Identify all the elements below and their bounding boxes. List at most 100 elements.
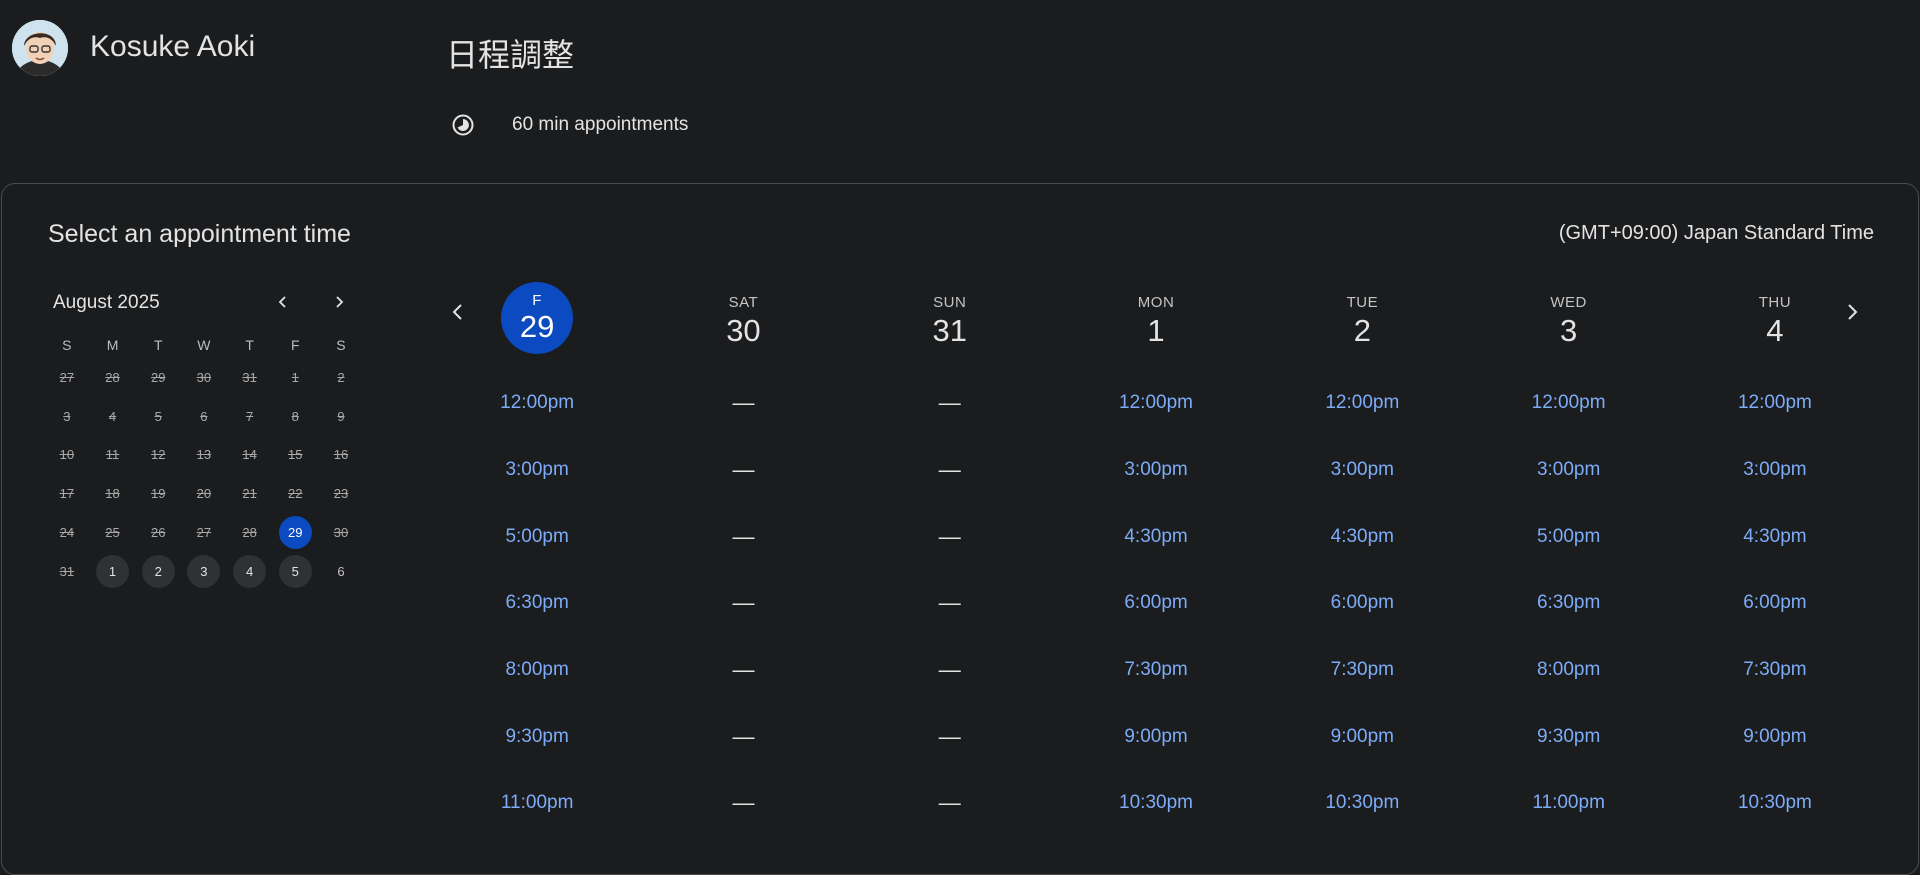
time-slot-button[interactable]: 6:30pm (1509, 570, 1629, 637)
calendar-day-cell: 10 (44, 438, 90, 471)
calendar-day[interactable]: 3 (187, 554, 221, 588)
calendar-day: 29 (150, 369, 166, 385)
calendar-day: 9 (337, 408, 345, 424)
day-header-selected: F 29 (501, 282, 574, 354)
calendar-day: 6 (337, 563, 345, 579)
calendar-day: 4 (108, 408, 117, 424)
day-number: 2 (1353, 312, 1371, 348)
day-number: 1 (1147, 312, 1165, 348)
time-slot-button[interactable]: 6:00pm (1715, 570, 1835, 637)
time-slot-button[interactable]: 7:30pm (1096, 637, 1216, 704)
time-slot-button[interactable]: 12:00pm (1302, 370, 1422, 437)
time-slot-list: 12:00pm 3:00pm 4:30pm 6:00pm 7:30pm 9:00pm 10:… (1096, 370, 1216, 837)
calendar-day: 24 (59, 525, 75, 541)
no-availability-dash: — (938, 590, 961, 616)
calendar-day-cell: 31 (227, 361, 273, 394)
calendar-day-cell: 1 (90, 554, 136, 588)
calendar-day-cell: 3 (181, 554, 227, 588)
mini-calendar-header: August 2025 (44, 284, 364, 320)
host-name: Kosuke Aoki (90, 30, 256, 63)
calendar-day[interactable]: 4 (233, 554, 267, 588)
calendar-day: 30 (333, 525, 349, 541)
time-slot-button[interactable]: 3:00pm (1302, 437, 1422, 504)
time-slot-button[interactable]: 10:30pm (1302, 770, 1422, 837)
time-slot-button[interactable]: 5:00pm (1509, 503, 1629, 570)
time-slot-button[interactable]: 9:00pm (1715, 703, 1835, 770)
calendar-day-cell: 4 (227, 554, 273, 588)
time-slot-button[interactable]: 5:00pm (477, 503, 597, 570)
time-slot-button[interactable]: 3:00pm (1096, 437, 1216, 504)
calendar-day-cell: 23 (318, 477, 364, 510)
no-availability-dash: — (938, 790, 961, 816)
time-slot-button[interactable]: 6:00pm (1096, 570, 1216, 637)
time-slot-button[interactable]: 7:30pm (1715, 637, 1835, 704)
calendar-day[interactable]: 2 (141, 554, 175, 588)
day-abbreviation: WED (1550, 293, 1587, 311)
time-slot-button[interactable]: 11:00pm (1509, 770, 1629, 837)
calendar-day-cell: 28 (227, 516, 273, 549)
time-slot-button[interactable]: 4:30pm (1715, 503, 1835, 570)
chevron-right-icon (336, 296, 344, 308)
calendar-day-cell: 31 (44, 555, 90, 588)
time-slot-button[interactable]: 6:00pm (1302, 570, 1422, 637)
calendar-day-cell: 5 (135, 400, 181, 433)
day-number: 30 (726, 312, 761, 348)
calendar-day[interactable]: 1 (96, 554, 130, 588)
time-slot-button[interactable]: 10:30pm (1715, 770, 1835, 837)
time-slot-button[interactable]: 4:30pm (1302, 503, 1422, 570)
time-slot-button[interactable]: 12:00pm (1509, 370, 1629, 437)
calendar-day: 6 (200, 408, 208, 424)
day-number: 3 (1560, 312, 1578, 348)
calendar-day-cell: 11 (90, 438, 136, 471)
weekday-label: S (62, 337, 72, 353)
time-slot-button[interactable]: 12:00pm (1715, 370, 1835, 437)
calendar-day-cell: 30 (181, 361, 227, 394)
calendar-day: 30 (196, 369, 212, 385)
time-slot-list: 12:00pm 3:00pm 4:30pm 6:00pm 7:30pm 9:00pm 10:… (1715, 370, 1835, 837)
calendar-day-cell: 29 (272, 516, 318, 550)
time-slot-button[interactable]: 7:30pm (1302, 637, 1422, 704)
time-slot-button[interactable]: 3:00pm (1509, 437, 1629, 504)
calendar-day-selected[interactable]: 29 (278, 516, 312, 550)
time-slot-button[interactable]: 10:30pm (1096, 770, 1216, 837)
calendar-day-cell: 19 (135, 477, 181, 510)
calendar-week-row: 31 1 2 3 4 5 6 (44, 552, 364, 591)
calendar-day-cell: 21 (227, 477, 273, 510)
time-slot-button[interactable]: 8:00pm (477, 637, 597, 704)
timezone-label[interactable]: (GMT+09:00) Japan Standard Time (1559, 222, 1874, 245)
time-slot-button[interactable]: 3:00pm (1715, 437, 1835, 504)
time-slot-button[interactable]: 9:00pm (1096, 703, 1216, 770)
no-availability-dash: — (938, 723, 961, 749)
no-availability-dash: — (732, 523, 755, 549)
calendar-week-row: 3 4 5 6 7 8 9 (44, 397, 364, 436)
calendar-day: 21 (242, 486, 257, 502)
calendar-day: 8 (291, 408, 299, 424)
time-slot-button[interactable]: 11:00pm (477, 770, 597, 837)
calendar-day: 31 (242, 369, 257, 385)
time-slot-button[interactable]: 12:00pm (477, 370, 597, 437)
next-month-button[interactable] (323, 286, 355, 318)
day-column: WED 3 12:00pm 3:00pm 5:00pm 6:30pm 8:00pm 9:30p… (1465, 288, 1671, 837)
time-slot-button[interactable]: 9:00pm (1302, 703, 1422, 770)
calendar-day-cell: 4 (90, 400, 136, 433)
calendar-day[interactable]: 5 (278, 554, 312, 588)
day-abbreviation: TUE (1346, 293, 1379, 311)
calendar-day: 27 (196, 525, 212, 541)
calendar-day-cell: 2 (318, 361, 364, 394)
time-slot-button[interactable]: 12:00pm (1096, 370, 1216, 437)
weekday-label: T (153, 337, 163, 353)
calendar-day-cell: 3 (44, 400, 90, 433)
time-slot-button[interactable]: 6:30pm (477, 570, 597, 637)
time-slot-button[interactable]: 9:30pm (1509, 703, 1629, 770)
time-slot-button[interactable]: 9:30pm (477, 703, 597, 770)
no-availability-dash: — (938, 657, 961, 683)
time-slot-button[interactable]: 8:00pm (1509, 637, 1629, 704)
day-column: THU 4 12:00pm 3:00pm 4:30pm 6:00pm 7:30pm 9:00p… (1672, 288, 1878, 837)
calendar-day-cell: 27 (44, 361, 90, 394)
time-slot-button[interactable]: 3:00pm (477, 437, 597, 504)
weekday-label: S (336, 337, 346, 353)
time-slot-button[interactable]: 4:30pm (1096, 503, 1216, 570)
previous-month-button[interactable] (267, 286, 299, 318)
timer-icon (450, 112, 476, 138)
calendar-day: 16 (333, 447, 349, 463)
